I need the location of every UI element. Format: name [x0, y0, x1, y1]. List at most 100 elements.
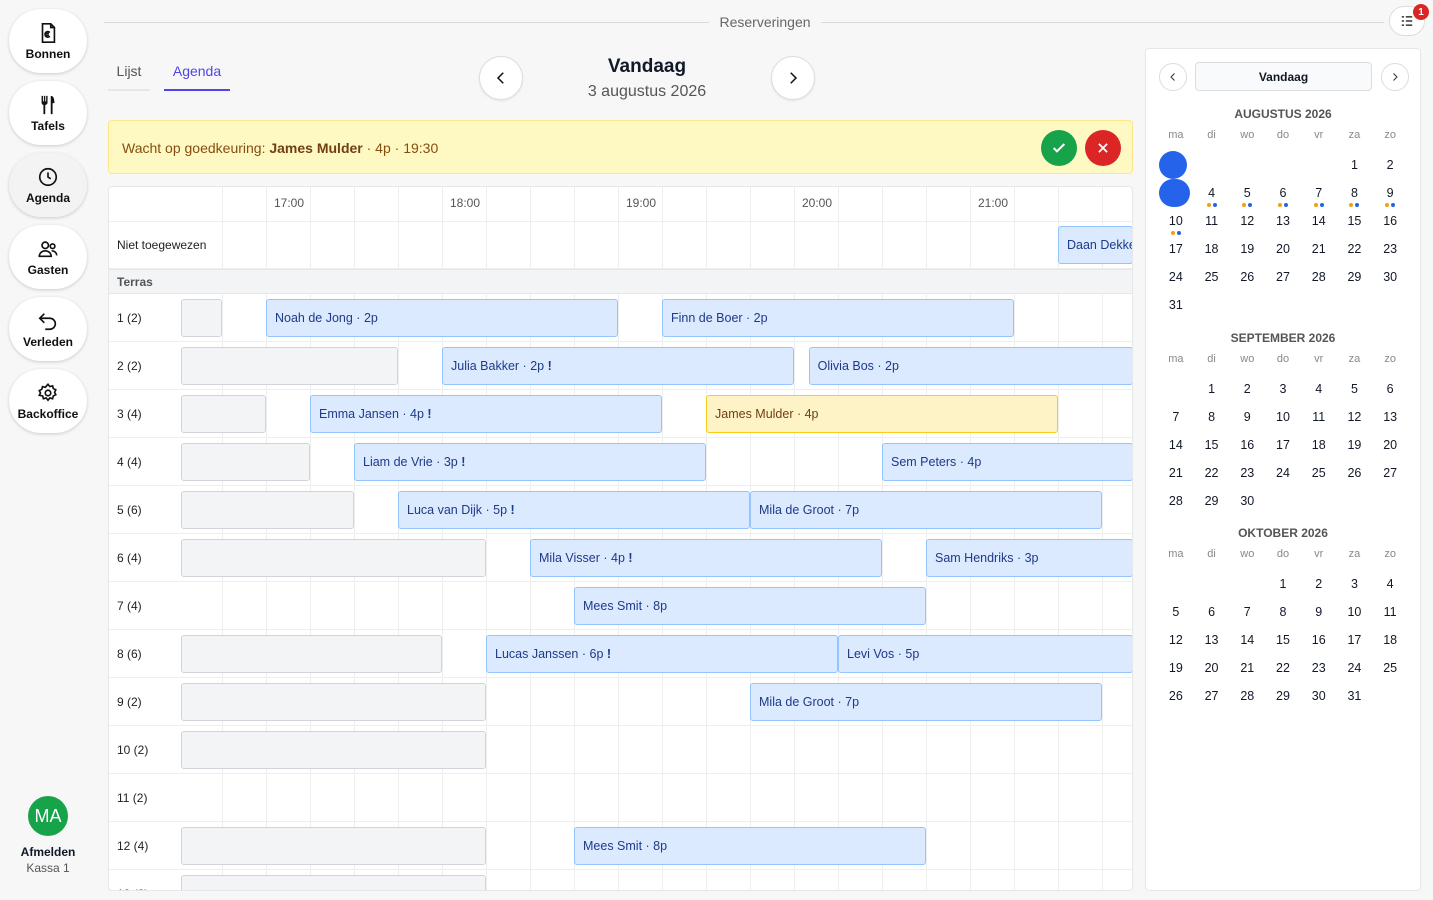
calendar-day[interactable]: 3	[1265, 375, 1301, 403]
calendar-day[interactable]: 10	[1265, 403, 1301, 431]
calendar-day[interactable]: 21	[1301, 235, 1337, 263]
calendar-day[interactable]: 24	[1265, 459, 1301, 487]
reservation-block[interactable]: Sem Peters · 4p	[882, 443, 1132, 481]
calendar-day[interactable]: 9	[1372, 179, 1408, 207]
sidebar-item-backoffice[interactable]: Backoffice	[9, 369, 87, 433]
reservation-block[interactable]: Lucas Janssen · 6p !	[486, 635, 838, 673]
calendar-day[interactable]: 6	[1265, 179, 1301, 207]
calendar-day[interactable]: 17	[1158, 235, 1194, 263]
sidebar-item-gasten[interactable]: Gasten	[9, 225, 87, 289]
reservation-block[interactable]: James Mulder · 4p	[706, 395, 1058, 433]
calendar-day[interactable]: 10	[1337, 598, 1373, 626]
calendar-day[interactable]: 22	[1194, 459, 1230, 487]
calendar-day[interactable]: 4	[1301, 375, 1337, 403]
approve-button[interactable]	[1041, 130, 1077, 166]
calendar-day[interactable]: 29	[1337, 263, 1373, 291]
calendar-prev-button[interactable]	[1159, 63, 1187, 91]
calendar-day[interactable]: 20	[1372, 431, 1408, 459]
reject-button[interactable]	[1085, 130, 1121, 166]
calendar-day[interactable]: 2	[1372, 151, 1408, 179]
reservation-block[interactable]: Finn de Boer · 2p	[662, 299, 1014, 337]
calendar-day[interactable]: 21	[1158, 459, 1194, 487]
calendar-day[interactable]: 24	[1158, 263, 1194, 291]
reservation-block[interactable]: Mila Visser · 4p !	[530, 539, 882, 577]
sidebar-item-verleden[interactable]: Verleden	[9, 297, 87, 361]
calendar-day[interactable]: 12	[1229, 207, 1265, 235]
calendar-day[interactable]: 29	[1265, 682, 1301, 710]
logout-button[interactable]: Afmelden	[0, 845, 96, 859]
calendar-day[interactable]: 26	[1158, 682, 1194, 710]
calendar-day[interactable]: 3	[1158, 151, 1194, 207]
calendar-day[interactable]: 18	[1372, 626, 1408, 654]
calendar-day[interactable]: 30	[1229, 487, 1265, 515]
calendar-day[interactable]: 7	[1229, 598, 1265, 626]
calendar-day[interactable]: 13	[1372, 403, 1408, 431]
calendar-day[interactable]: 17	[1265, 431, 1301, 459]
calendar-day[interactable]: 1	[1194, 375, 1230, 403]
calendar-day[interactable]: 8	[1194, 403, 1230, 431]
reservation-block[interactable]: Julia Bakker · 2p !	[442, 347, 794, 385]
calendar-day[interactable]: 11	[1194, 207, 1230, 235]
calendar-day[interactable]: 24	[1337, 654, 1373, 682]
calendar-day[interactable]: 13	[1265, 207, 1301, 235]
calendar-day[interactable]: 29	[1194, 487, 1230, 515]
reservation-block[interactable]: Emma Jansen · 4p !	[310, 395, 662, 433]
calendar-day[interactable]: 14	[1229, 626, 1265, 654]
reservation-block[interactable]: Mila de Groot · 7p	[750, 683, 1102, 721]
calendar-day[interactable]: 5	[1158, 598, 1194, 626]
reservation-block[interactable]: Daan Dekker · 2p	[1058, 226, 1132, 264]
calendar-day[interactable]: 22	[1265, 654, 1301, 682]
reservation-block[interactable]: Liam de Vrie · 3p !	[354, 443, 706, 481]
calendar-day[interactable]: 28	[1229, 682, 1265, 710]
calendar-day[interactable]: 28	[1158, 487, 1194, 515]
calendar-day[interactable]: 27	[1372, 459, 1408, 487]
calendar-day[interactable]: 25	[1194, 263, 1230, 291]
calendar-day[interactable]: 28	[1301, 263, 1337, 291]
next-day-button[interactable]	[771, 56, 815, 100]
calendar-day[interactable]: 9	[1301, 598, 1337, 626]
calendar-day[interactable]: 19	[1158, 654, 1194, 682]
calendar-day[interactable]: 25	[1301, 459, 1337, 487]
calendar-day[interactable]: 13	[1194, 626, 1230, 654]
calendar-day[interactable]: 7	[1301, 179, 1337, 207]
calendar-day[interactable]: 18	[1301, 431, 1337, 459]
calendar-day[interactable]: 5	[1229, 179, 1265, 207]
calendar-day[interactable]: 18	[1194, 235, 1230, 263]
calendar-day[interactable]: 3	[1337, 570, 1373, 598]
calendar-day[interactable]: 4	[1372, 570, 1408, 598]
calendar-day[interactable]: 8	[1265, 598, 1301, 626]
avatar[interactable]: MA	[28, 796, 68, 836]
calendar-day[interactable]: 17	[1337, 626, 1373, 654]
calendar-day[interactable]: 19	[1229, 235, 1265, 263]
calendar-day[interactable]: 6	[1372, 375, 1408, 403]
tab-lijst[interactable]: Lijst	[108, 63, 150, 91]
calendar-day[interactable]: 2	[1229, 375, 1265, 403]
reservation-block[interactable]: Mees Smit · 8p	[574, 827, 926, 865]
reservation-block[interactable]: Mees Smit · 8p	[574, 587, 926, 625]
calendar-day[interactable]: 27	[1265, 263, 1301, 291]
calendar-next-button[interactable]	[1381, 63, 1409, 91]
reservation-block[interactable]: Noah de Jong · 2p	[266, 299, 618, 337]
calendar-day[interactable]: 23	[1301, 654, 1337, 682]
calendar-day[interactable]: 14	[1301, 207, 1337, 235]
calendar-day[interactable]: 8	[1337, 179, 1373, 207]
calendar-day[interactable]: 27	[1194, 682, 1230, 710]
calendar-day[interactable]: 15	[1194, 431, 1230, 459]
calendar-today-button[interactable]: Vandaag	[1195, 62, 1372, 91]
calendar-day[interactable]: 16	[1372, 207, 1408, 235]
calendar-day[interactable]: 1	[1265, 570, 1301, 598]
calendar-day[interactable]: 9	[1229, 403, 1265, 431]
calendar-day[interactable]: 26	[1229, 263, 1265, 291]
calendar-day[interactable]: 31	[1158, 291, 1194, 319]
calendar-day[interactable]: 20	[1265, 235, 1301, 263]
calendar-day[interactable]: 23	[1229, 459, 1265, 487]
calendar-day[interactable]: 25	[1372, 654, 1408, 682]
calendar-day[interactable]: 16	[1301, 626, 1337, 654]
sidebar-item-agenda[interactable]: Agenda	[9, 153, 87, 217]
calendar-day[interactable]: 23	[1372, 235, 1408, 263]
calendar-day[interactable]: 22	[1337, 235, 1373, 263]
calendar-day[interactable]: 1	[1337, 151, 1373, 179]
calendar-day[interactable]: 11	[1372, 598, 1408, 626]
calendar-day[interactable]: 15	[1337, 207, 1373, 235]
calendar-day[interactable]: 10	[1158, 207, 1194, 235]
